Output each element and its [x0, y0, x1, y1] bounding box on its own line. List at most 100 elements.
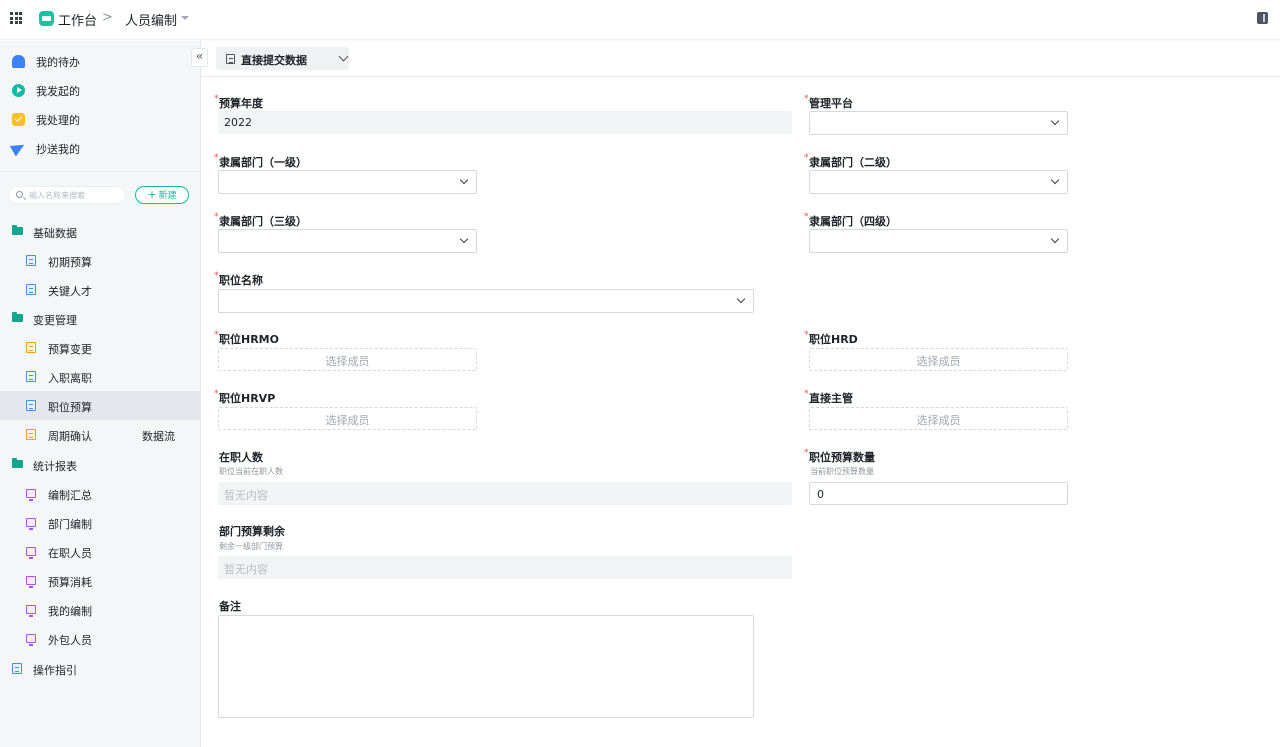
required-mark: * [214, 153, 219, 163]
nav-my-processed[interactable]: 我处理的 [0, 105, 200, 133]
app-name[interactable]: 工作台 [58, 10, 97, 29]
platform-select[interactable] [809, 111, 1068, 135]
monitor-icon [26, 489, 36, 501]
content-divider [201, 76, 1280, 77]
budget-count-value: 0 [817, 488, 824, 501]
group-label: 基础数据 [33, 227, 77, 240]
tree-item-my-staffing[interactable]: 我的编制 [0, 595, 200, 624]
tree-item-staffing-summary[interactable]: 编制汇总 [0, 479, 200, 508]
chevron-down-icon [1050, 234, 1060, 244]
budget-year-label: * 预算年度 [214, 94, 263, 110]
required-mark: * [214, 94, 219, 104]
tree-item-position-budget[interactable]: 职位预算 [0, 391, 200, 420]
member-placeholder: 选择成员 [325, 414, 370, 427]
dept-l4-select[interactable] [809, 229, 1068, 253]
tree-item-dept-staffing[interactable]: 部门编制 [0, 508, 200, 537]
submit-mode-dropdown[interactable]: 直接提交数据 [216, 47, 349, 70]
data-flow-link[interactable]: 数据流 [142, 428, 175, 444]
required-mark: * [804, 153, 809, 163]
tree-item-label: 入职离职 [48, 372, 92, 385]
chevron-down-icon [1050, 175, 1060, 185]
nav-cc-me[interactable]: 抄送我的 [0, 134, 200, 162]
tree-item-label: 我的编制 [48, 605, 92, 618]
tree-item-label: 关键人才 [48, 285, 92, 298]
tree-item-guide[interactable]: 操作指引 [0, 654, 200, 683]
document-icon [26, 429, 36, 440]
nav-my-todo[interactable]: 我的待办 [0, 47, 200, 75]
tree-item-budget-change[interactable]: 预算变更 [0, 333, 200, 362]
side-panel-icon[interactable] [1257, 12, 1268, 24]
required-mark: * [804, 330, 809, 340]
required-mark: * [214, 212, 219, 222]
required-mark: * [804, 94, 809, 104]
dept-l4-label: * 隶属部门（四级） [804, 212, 897, 228]
remarks-label: 备注 [219, 600, 241, 613]
position-name-label: * 职位名称 [214, 271, 263, 287]
nav-label: 抄送我的 [36, 143, 80, 156]
nav-my-initiated[interactable]: 我发起的 [0, 76, 200, 104]
plus-icon: + [147, 188, 157, 201]
member-placeholder: 选择成员 [916, 355, 961, 368]
tree-item-onboard-offboard[interactable]: 入职离职 [0, 362, 200, 391]
hrd-label: * 职位HRD [804, 330, 858, 346]
sidebar-search[interactable] [8, 186, 126, 204]
remarks-textarea[interactable] [218, 615, 754, 718]
nav-label: 我的待办 [36, 56, 80, 69]
new-button[interactable]: + 新建 [135, 186, 189, 204]
monitor-icon [26, 576, 36, 588]
tree-item-label: 操作指引 [33, 664, 77, 677]
chevron-down-icon [736, 294, 746, 304]
play-icon [12, 84, 25, 97]
app-grid-icon[interactable] [10, 12, 22, 24]
dept-l1-select[interactable] [218, 170, 477, 194]
chevron-down-icon [459, 234, 469, 244]
required-mark: * [214, 330, 219, 340]
group-statistics[interactable]: 统计报表 [0, 450, 200, 479]
monitor-icon [26, 518, 36, 530]
headcount-label: 在职人数 [219, 451, 263, 464]
hrmo-member-picker[interactable]: 选择成员 [218, 348, 477, 371]
send-icon [9, 139, 28, 157]
required-mark: * [214, 389, 219, 399]
caret-down-icon[interactable] [181, 16, 189, 20]
member-placeholder: 选择成员 [325, 355, 370, 368]
sidebar: 我的待办 我发起的 我处理的 抄送我的 +新建 基础数据 初期预算 关键人才 变… [0, 41, 201, 747]
budget-count-input[interactable]: 0 [809, 482, 1068, 505]
dept-l1-label: * 隶属部门（一级） [214, 153, 307, 169]
required-mark: * [804, 389, 809, 399]
page-title[interactable]: 人员编制 [125, 10, 177, 29]
dept-remaining-field: 暂无内容 [218, 556, 792, 579]
dept-l3-select[interactable] [218, 229, 477, 253]
platform-label: * 管理平台 [804, 94, 853, 110]
new-button-label: 新建 [158, 191, 177, 201]
tree-item-label: 在职人员 [48, 547, 92, 560]
manager-member-picker[interactable]: 选择成员 [809, 407, 1068, 430]
tree-item-key-talent[interactable]: 关键人才 [0, 275, 200, 304]
dept-l2-select[interactable] [809, 170, 1068, 194]
monitor-icon [26, 605, 36, 617]
dept-l2-label: * 隶属部门（二级） [804, 153, 897, 169]
workbench-logo-icon [39, 11, 54, 26]
budget-count-label: * 职位预算数量 [804, 448, 875, 464]
budget-count-hint: 当前职位预算数量 [810, 467, 874, 476]
dept-remaining-label: 部门预算剩余 [219, 525, 285, 538]
dept-l3-label: * 隶属部门（三级） [214, 212, 307, 228]
document-icon [226, 54, 235, 64]
group-change-management[interactable]: 变更管理 [0, 304, 200, 333]
search-input[interactable] [29, 188, 123, 202]
hrd-member-picker[interactable]: 选择成员 [809, 348, 1068, 371]
tree-item-active-staff[interactable]: 在职人员 [0, 537, 200, 566]
hrvp-member-picker[interactable]: 选择成员 [218, 407, 477, 430]
document-icon [26, 255, 36, 266]
tree-item-cycle-confirm[interactable]: 周期确认 数据流 [0, 420, 200, 449]
dept-remaining-hint: 剩余一级部门预算 [219, 542, 283, 551]
tree-item-initial-budget[interactable]: 初期预算 [0, 246, 200, 275]
group-basic-data[interactable]: 基础数据 [0, 217, 200, 246]
nav-label: 我处理的 [36, 114, 80, 127]
position-name-select[interactable] [218, 289, 754, 313]
dept-remaining-value: 暂无内容 [224, 563, 268, 576]
folder-icon [12, 225, 23, 235]
tree-item-outsourced-staff[interactable]: 外包人员 [0, 624, 200, 653]
tree-item-budget-consumption[interactable]: 预算消耗 [0, 566, 200, 595]
budget-year-field: 2022 [218, 111, 792, 134]
